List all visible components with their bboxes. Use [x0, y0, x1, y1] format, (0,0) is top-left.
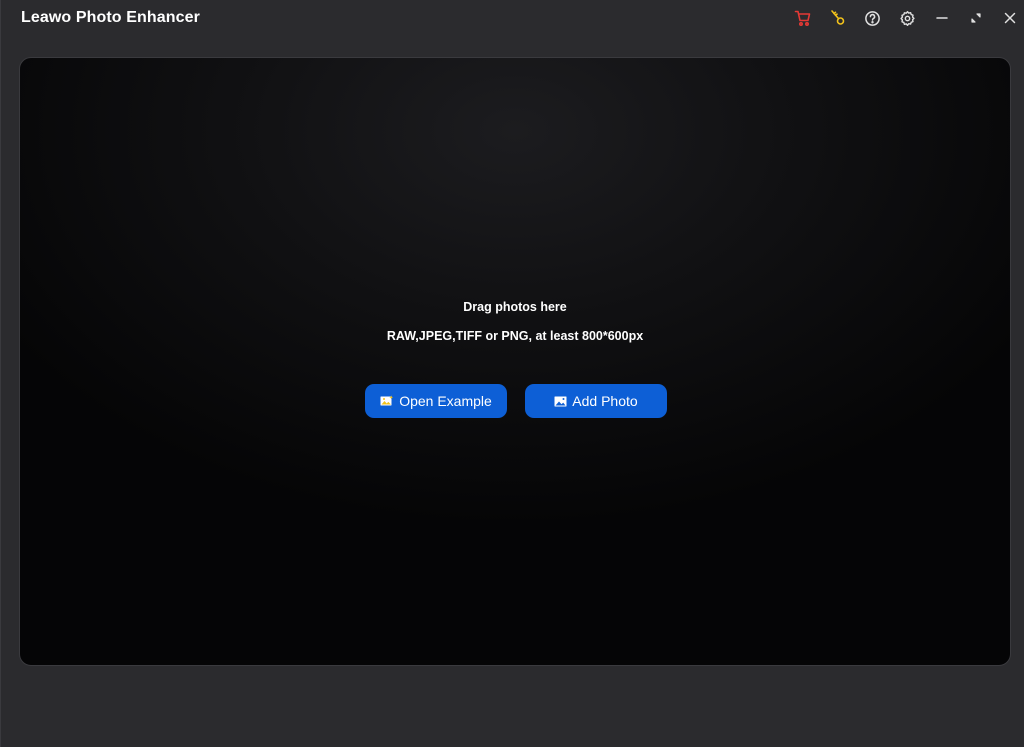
app-window: Leawo Photo Enhancer Drag photos here RA… [0, 0, 1024, 747]
restore-button[interactable] [963, 6, 989, 30]
add-photo-button[interactable]: Add Photo [525, 384, 667, 418]
close-button[interactable] [997, 6, 1023, 30]
register-key-button[interactable] [825, 6, 851, 30]
close-icon [1003, 11, 1017, 25]
settings-icon [899, 10, 916, 27]
cart-button[interactable] [790, 6, 816, 30]
title-bar: Leawo Photo Enhancer [1, 0, 1024, 40]
minimize-icon [935, 11, 949, 25]
drop-heading: Drag photos here [463, 300, 567, 314]
photo-drop-area[interactable]: Drag photos here RAW,JPEG,TIFF or PNG, a… [19, 57, 1011, 666]
help-icon [864, 10, 881, 27]
key-icon [829, 9, 847, 27]
app-title: Leawo Photo Enhancer [21, 9, 200, 26]
help-button[interactable] [859, 6, 885, 30]
add-photo-label: Add Photo [572, 393, 638, 409]
minimize-button[interactable] [929, 6, 955, 30]
example-image-icon [380, 395, 394, 407]
supported-formats-text: RAW,JPEG,TIFF or PNG, at least 800*600px [386, 329, 644, 343]
open-example-button[interactable]: Open Example [365, 384, 507, 418]
photo-icon [554, 396, 567, 407]
restore-icon [969, 11, 983, 25]
open-example-label: Open Example [399, 393, 492, 409]
settings-button[interactable] [894, 6, 920, 30]
cart-icon [794, 9, 812, 27]
